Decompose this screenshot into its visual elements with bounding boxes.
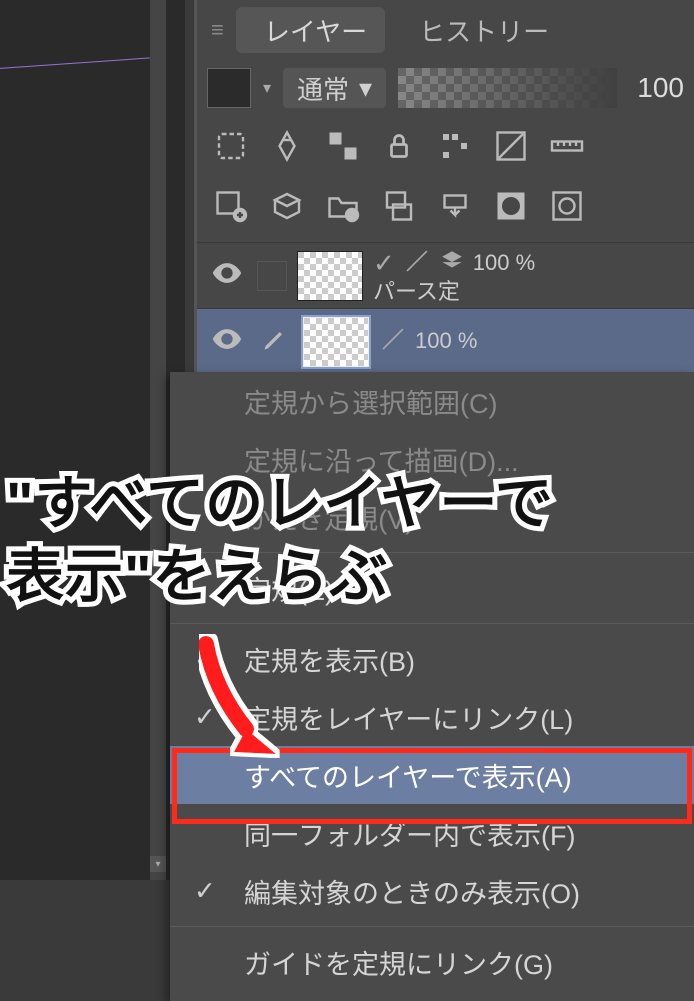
ruler-icon[interactable] — [547, 126, 587, 166]
tab-layers[interactable]: レイヤー — [236, 7, 385, 53]
check-icon: ✓ — [194, 876, 216, 907]
mask-icon[interactable] — [491, 186, 531, 226]
lock-pen-icon[interactable] — [267, 126, 307, 166]
ctx-link-guide-to-ruler[interactable]: ガイドを定規にリンク(G) — [170, 933, 694, 991]
ruler-badge-icon — [403, 247, 431, 280]
visibility-toggle[interactable] — [207, 322, 247, 361]
panel-menu-icon[interactable]: ≡ — [205, 17, 230, 43]
lock-dashed-icon[interactable] — [211, 126, 251, 166]
new-folder-icon[interactable] — [323, 186, 363, 226]
vertical-scrollbar[interactable]: ▾ — [150, 0, 166, 880]
ctx-separator — [170, 623, 694, 624]
new-layer-icon[interactable] — [211, 186, 251, 226]
ctx-show-in-same-folder[interactable]: 同一フォルダー内で表示(F) — [170, 804, 694, 862]
annotation-text: "すべてのレイヤーで 表示"をえらぶ — [6, 468, 554, 613]
edit-indicator-icon — [257, 325, 293, 358]
new-3d-icon[interactable] — [267, 186, 307, 226]
context-menu: 定規から選択範囲(C) 定規に沿って描画(D)... かえき定規(V) 定規(E… — [170, 372, 694, 1001]
tab-layers-label: レイヤー — [264, 12, 367, 49]
layer-meta: ✓ 100 % パース定 — [373, 247, 535, 304]
blend-mode-select[interactable]: 通常 ▾ — [283, 68, 386, 108]
layer-name: パース定 — [373, 280, 535, 304]
layer-row[interactable]: ✓ 100 % パース定 — [197, 242, 694, 308]
overlap-icon — [439, 248, 465, 279]
swatch-caret-icon[interactable]: ▾ — [263, 78, 271, 98]
layer-checkbox[interactable] — [257, 261, 287, 291]
ctx-selection-from-ruler[interactable]: 定規から選択範囲(C) — [170, 372, 694, 430]
layer-action-row — [197, 176, 694, 236]
ruler-badge-icon — [379, 325, 407, 358]
layer-opacity: 100 % — [415, 329, 477, 353]
lock-transparency-icon[interactable] — [323, 126, 363, 166]
layer-opacity: 100 % — [473, 251, 535, 275]
blend-row: ▾ 通常 ▾ 100 — [197, 60, 694, 116]
transfer-down-icon[interactable] — [379, 186, 419, 226]
layers-list: ✓ 100 % パース定 100 % — [197, 236, 694, 374]
visibility-toggle[interactable] — [207, 256, 247, 295]
layer-row-selected[interactable]: 100 % — [197, 308, 694, 374]
layer-lock-row — [197, 116, 694, 176]
ctx-show-in-all-layers[interactable]: すべてのレイヤーで表示(A) — [170, 746, 694, 804]
tab-history[interactable]: ヒストリー — [391, 7, 567, 53]
ctx-show-ruler[interactable]: ✓定規を表示(B) — [170, 630, 694, 688]
chevron-down-icon: ▾ — [359, 73, 372, 104]
panel-tabs: ≡ レイヤー ヒストリー — [197, 0, 694, 60]
ctx-separator — [170, 926, 694, 927]
color-swatch[interactable] — [207, 68, 251, 108]
reference-icon[interactable] — [491, 126, 531, 166]
merge-down-icon[interactable] — [435, 186, 475, 226]
blend-mode-label: 通常 — [297, 70, 349, 107]
check-icon: ✓ — [194, 644, 216, 675]
opacity-value: 100 — [629, 72, 684, 104]
ctx-link-ruler-to-layer[interactable]: ✓定規をレイヤーにリンク(L) — [170, 688, 694, 746]
check-icon: ✓ — [373, 249, 395, 278]
lock-position-icon[interactable] — [379, 126, 419, 166]
apply-mask-icon[interactable] — [547, 186, 587, 226]
scroll-down-button[interactable]: ▾ — [150, 856, 166, 872]
layer-thumbnail[interactable] — [297, 251, 363, 301]
opacity-slider[interactable] — [398, 68, 617, 108]
ctx-show-only-editing[interactable]: ✓編集対象のときのみ表示(O) — [170, 862, 694, 920]
lock-pixelate-icon[interactable] — [435, 126, 475, 166]
layer-thumbnail[interactable] — [303, 317, 369, 367]
layer-meta: 100 % — [379, 325, 477, 358]
tab-history-label: ヒストリー — [419, 12, 549, 49]
check-icon: ✓ — [194, 702, 216, 733]
